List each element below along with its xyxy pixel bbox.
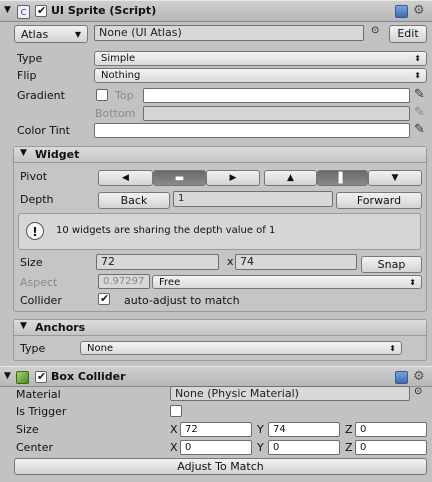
foldout-arrow-icon: ▼ — [20, 148, 27, 158]
updown-arrow-icon: ⬍ — [414, 54, 421, 63]
updown-arrow-icon: ⬍ — [389, 344, 396, 353]
gradient-label: Gradient — [17, 89, 65, 102]
center-y-axis-label: Y — [257, 441, 264, 454]
atlas-field[interactable]: None (UI Atlas) — [94, 25, 364, 41]
pivot-up-button[interactable]: ▲ — [264, 170, 317, 186]
cube-icon — [16, 371, 29, 384]
box-collider-header[interactable]: ▼ Box Collider ⚙ — [0, 366, 432, 387]
collider-center-x-field[interactable]: 0 — [180, 440, 252, 455]
flip-dropdown[interactable]: Nothing ⬍ — [94, 68, 427, 83]
foldout-arrow-icon[interactable]: ▼ — [4, 5, 11, 15]
gradient-top-label: Top — [115, 89, 134, 102]
ui-sprite-enabled-checkbox[interactable] — [35, 4, 47, 17]
pivot-label: Pivot — [20, 170, 48, 183]
aspect-field: 0.97297 — [98, 274, 150, 289]
edit-atlas-button[interactable]: Edit — [389, 25, 427, 43]
type-label: Type — [17, 52, 43, 65]
collider-size-y-field[interactable]: 74 — [268, 422, 340, 437]
size-width-field[interactable]: 72 — [96, 254, 219, 270]
help-icon[interactable] — [395, 5, 408, 18]
material-label: Material — [16, 388, 61, 401]
pivot-center-h-button[interactable]: ▬ — [153, 170, 206, 186]
pivot-center-v-button[interactable]: ▌ — [317, 170, 368, 186]
collider-size-x-field[interactable]: 72 — [180, 422, 252, 437]
updown-arrow-icon: ⬍ — [409, 278, 416, 287]
flip-label: Flip — [17, 69, 37, 82]
object-picker-icon[interactable]: ⊙ — [414, 386, 422, 397]
center-z-axis-label: Z — [345, 441, 353, 454]
widget-section-header[interactable]: ▼ Widget — [14, 147, 426, 163]
anchors-section-header[interactable]: ▼ Anchors — [14, 320, 426, 336]
updown-arrow-icon: ⬍ — [414, 71, 421, 80]
eyedropper-icon[interactable]: ✎ — [414, 123, 425, 136]
collider-center-y-field[interactable]: 0 — [268, 440, 340, 455]
info-message: 10 widgets are sharing the depth value o… — [56, 225, 276, 236]
gradient-top-color[interactable] — [143, 88, 410, 103]
size-separator: x — [227, 255, 234, 268]
widget-title: Widget — [35, 148, 80, 161]
depth-label: Depth — [20, 193, 54, 206]
object-picker-icon[interactable]: ⊙ — [371, 25, 379, 36]
color-tint-label: Color Tint — [17, 124, 70, 137]
collider-center-z-field[interactable]: 0 — [355, 440, 427, 455]
pivot-left-button[interactable]: ◀ — [98, 170, 153, 186]
collider-auto-adjust-label: auto-adjust to match — [124, 294, 240, 307]
collider-size-z-field[interactable]: 0 — [355, 422, 427, 437]
size-x-axis-label: X — [170, 423, 178, 436]
size-label: Size — [20, 256, 43, 269]
gear-icon[interactable]: ⚙ — [413, 370, 425, 383]
gear-icon[interactable]: ⚙ — [413, 4, 425, 17]
size-z-axis-label: Z — [345, 423, 353, 436]
dropdown-arrow-icon: ▼ — [74, 30, 81, 39]
script-icon: C — [17, 5, 30, 19]
collider-size-label: Size — [16, 423, 39, 436]
ui-sprite-header[interactable]: ▼ C UI Sprite (Script) ⚙ — [0, 0, 432, 22]
box-collider-title: Box Collider — [51, 370, 126, 383]
size-y-axis-label: Y — [257, 423, 264, 436]
collider-label: Collider — [20, 294, 62, 307]
is-trigger-checkbox[interactable] — [170, 405, 182, 417]
type-dropdown[interactable]: Simple ⬍ — [94, 51, 427, 66]
collider-checkbox[interactable] — [98, 292, 110, 305]
snap-button[interactable]: Snap — [361, 256, 422, 273]
anchors-type-label: Type — [20, 342, 46, 355]
adjust-to-match-button[interactable]: Adjust To Match — [14, 458, 427, 475]
gradient-bottom-label: Bottom — [95, 107, 136, 120]
aspect-label: Aspect — [20, 276, 58, 289]
gradient-bottom-color[interactable] — [143, 106, 410, 121]
anchors-title: Anchors — [35, 321, 86, 334]
foldout-arrow-icon[interactable]: ▼ — [4, 371, 11, 381]
gradient-checkbox[interactable] — [96, 89, 108, 101]
box-collider-enabled-checkbox[interactable] — [35, 370, 47, 383]
eyedropper-icon[interactable]: ✎ — [414, 106, 425, 119]
pivot-right-button[interactable]: ▶ — [206, 170, 260, 186]
pivot-down-button[interactable]: ▼ — [368, 170, 422, 186]
center-x-axis-label: X — [170, 441, 178, 454]
anchors-type-dropdown[interactable]: None ⬍ — [80, 341, 402, 355]
color-tint-field[interactable] — [94, 123, 410, 138]
atlas-button[interactable]: Atlas ▼ — [14, 25, 88, 43]
size-height-field[interactable]: 74 — [235, 254, 357, 270]
foldout-arrow-icon: ▼ — [20, 321, 27, 331]
eyedropper-icon[interactable]: ✎ — [414, 88, 425, 101]
ui-sprite-title: UI Sprite (Script) — [51, 4, 157, 17]
depth-forward-button[interactable]: Forward — [336, 192, 422, 209]
depth-field[interactable]: 1 — [173, 191, 333, 207]
material-field[interactable]: None (Physic Material) — [170, 386, 410, 401]
is-trigger-label: Is Trigger — [16, 405, 67, 418]
info-icon: ! — [26, 222, 44, 240]
help-icon[interactable] — [395, 371, 408, 384]
aspect-mode-dropdown[interactable]: Free ⬍ — [152, 275, 422, 289]
depth-back-button[interactable]: Back — [98, 192, 170, 209]
collider-center-label: Center — [16, 441, 54, 454]
